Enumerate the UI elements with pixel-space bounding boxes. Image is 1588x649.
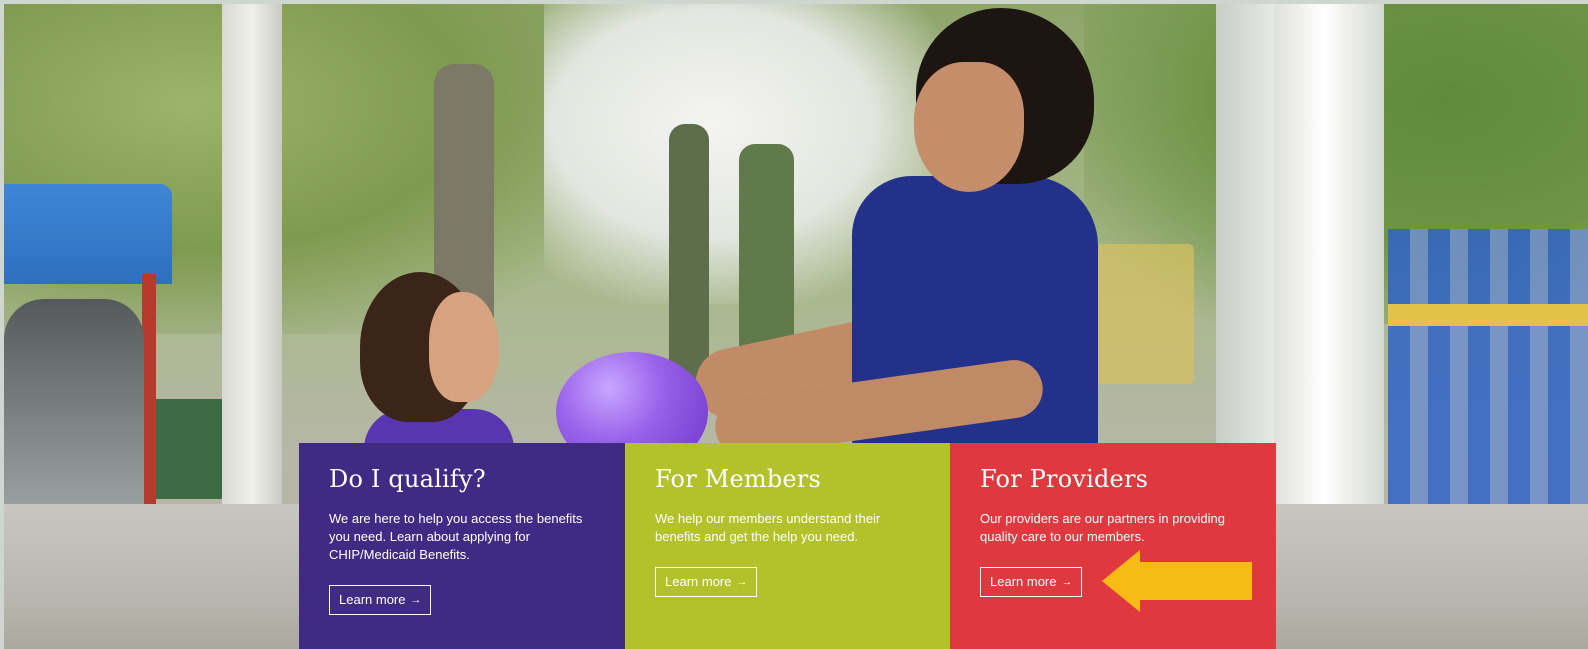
trash-bin: [4, 299, 144, 509]
playground-fence: [1388, 229, 1588, 539]
providers-panel: For Providers Our providers are our part…: [950, 443, 1276, 649]
qualify-title: Do I qualify?: [329, 465, 486, 493]
playground-bar: [1388, 304, 1588, 326]
providers-title: For Providers: [980, 465, 1149, 493]
playground-post: [142, 274, 156, 504]
right-arrow-icon: →: [1061, 576, 1073, 588]
woman-face: [914, 62, 1024, 192]
button-label: Learn more: [339, 592, 406, 607]
members-learn-more-button[interactable]: Learn more →: [655, 567, 758, 597]
providers-learn-more-button[interactable]: Learn more →: [980, 567, 1083, 597]
pillar-right-back: [1216, 4, 1276, 444]
members-title: For Members: [655, 465, 821, 493]
right-arrow-icon: →: [736, 576, 748, 588]
tree-trunk: [669, 124, 709, 384]
members-panel: For Members We help our members understa…: [625, 443, 950, 649]
tree-foliage-left: [4, 4, 624, 334]
callout-arrow-shape: [1102, 550, 1252, 612]
providers-description: Our providers are our partners in provid…: [980, 511, 1225, 544]
green-sign: [156, 399, 224, 499]
button-label: Learn more: [990, 574, 1057, 589]
playground-roof: [4, 184, 172, 284]
qualify-learn-more-button[interactable]: Learn more →: [329, 585, 432, 615]
button-label: Learn more: [665, 574, 732, 589]
left-arrow-icon: [1102, 550, 1252, 612]
qualify-panel: Do I qualify? We are here to help you ac…: [299, 443, 625, 649]
girl-face: [429, 292, 499, 402]
right-arrow-icon: →: [410, 594, 422, 606]
pillar-left: [222, 4, 282, 504]
members-description: We help our members understand their ben…: [655, 511, 881, 544]
qualify-description: We are here to help you access the benef…: [329, 511, 583, 562]
playground-structure: [1094, 244, 1194, 384]
pillar-right: [1274, 4, 1384, 574]
